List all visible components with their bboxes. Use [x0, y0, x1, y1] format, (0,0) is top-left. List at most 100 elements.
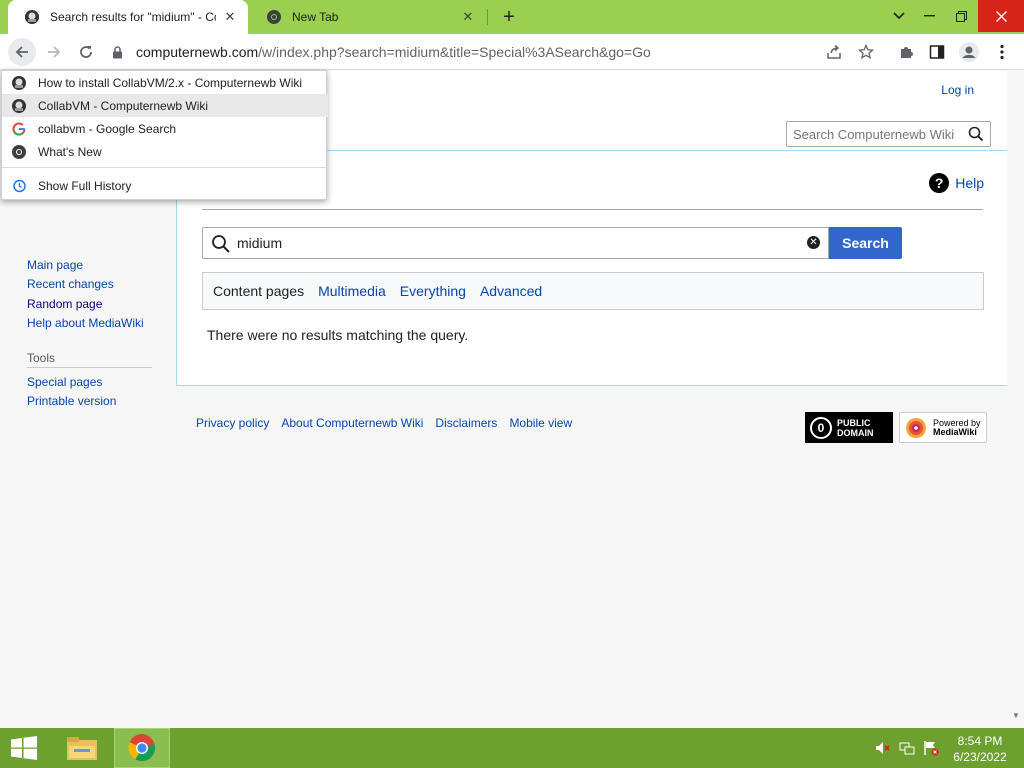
taskbar-file-explorer[interactable]: [54, 728, 110, 768]
tab-search-dropdown-icon[interactable]: [882, 0, 916, 32]
wiki-footer: Privacy policy About Computernewb Wiki D…: [196, 416, 584, 430]
footer-about-link[interactable]: About Computernewb Wiki: [281, 416, 423, 430]
google-icon: [10, 121, 28, 137]
sidebar-divider: [27, 367, 152, 368]
mediawiki-flower-icon: [906, 417, 926, 438]
search-profile-tabs: Content pages Multimedia Everything Adva…: [202, 272, 984, 310]
sidebar-tools-heading: Tools: [27, 351, 56, 365]
computernewb-favicon: [24, 9, 40, 25]
footer-disclaimers-link[interactable]: Disclaimers: [435, 416, 497, 430]
sidebar-item-printable-version[interactable]: Printable version: [27, 394, 116, 408]
history-item[interactable]: collabvm - Google Search: [2, 117, 328, 140]
clock-date: 6/23/2022: [953, 750, 1007, 764]
url-text: computernewb.com/w/index.php?search=midi…: [136, 44, 651, 60]
login-link[interactable]: Log in: [941, 83, 974, 97]
powered-by-text: Powered by MediaWiki: [933, 418, 981, 437]
address-bar[interactable]: computernewb.com/w/index.php?search=midi…: [108, 38, 888, 66]
back-arrow-icon: [15, 46, 28, 58]
tab-everything[interactable]: Everything: [400, 283, 466, 299]
tab-advanced[interactable]: Advanced: [480, 283, 542, 299]
new-tab-button[interactable]: +: [498, 6, 520, 28]
tab-multimedia[interactable]: Multimedia: [318, 283, 386, 299]
tab-close-icon[interactable]: ✕: [460, 9, 476, 25]
history-item[interactable]: What's New: [2, 140, 328, 163]
cc0-icon: 0: [810, 416, 832, 439]
extensions-puzzle-icon[interactable]: [895, 41, 917, 63]
help-link[interactable]: ? Help: [929, 173, 984, 193]
no-results-message: There were no results matching the query…: [207, 327, 469, 343]
chrome-menu-icon[interactable]: [991, 41, 1013, 63]
chrome-icon: [266, 9, 282, 25]
footer-privacy-link[interactable]: Privacy policy: [196, 416, 269, 430]
volume-muted-icon[interactable]: [875, 740, 891, 756]
system-clock[interactable]: 8:54 PM 6/23/2022: [945, 733, 1015, 765]
sidebar-item-special-pages[interactable]: Special pages: [27, 375, 102, 389]
wiki-search-placeholder: Search Computernewb Wiki: [793, 126, 955, 142]
url-path: /w/index.php?search=midium&title=Special…: [258, 44, 651, 60]
tab-close-icon[interactable]: ✕: [222, 9, 238, 25]
search-button[interactable]: Search: [829, 227, 902, 259]
clock-time: 8:54 PM: [957, 734, 1003, 748]
scrollbar-down-arrow-icon[interactable]: ▼: [1012, 711, 1020, 720]
lock-icon[interactable]: [108, 45, 126, 59]
windows-taskbar: 8:54 PM 6/23/2022: [0, 728, 1024, 768]
help-icon: ?: [929, 173, 950, 193]
chrome-icon: [10, 144, 28, 160]
menu-divider: [2, 167, 328, 168]
tab-title: New Tab: [292, 10, 339, 24]
tab-search-results[interactable]: Search results for "midium" - Co ✕: [8, 0, 248, 34]
network-icon[interactable]: [899, 740, 915, 756]
minimize-icon[interactable]: [912, 0, 946, 32]
window-close-icon[interactable]: [978, 0, 1024, 32]
sidebar-item-main-page[interactable]: Main page: [27, 258, 83, 272]
url-host: computernewb.com: [136, 44, 259, 60]
windows-start-icon[interactable]: [10, 736, 38, 760]
sidebar-item-recent-changes[interactable]: Recent changes: [27, 277, 114, 291]
profile-avatar-icon[interactable]: [958, 41, 980, 63]
help-label: Help: [955, 175, 984, 191]
badge-line: MediaWiki: [933, 426, 977, 437]
tab-content-pages[interactable]: Content pages: [213, 283, 304, 299]
chrome-icon: [128, 734, 155, 762]
search-icon[interactable]: [968, 126, 984, 145]
sidebar-item-random-page[interactable]: Random page: [27, 297, 102, 311]
history-item[interactable]: How to install CollabVM/2.x - Computerne…: [2, 71, 328, 94]
footer-mobile-view-link[interactable]: Mobile view: [509, 416, 572, 430]
back-history-menu: How to install CollabVM/2.x - Computerne…: [1, 70, 328, 200]
history-item[interactable]: CollabVM - Computernewb Wiki: [2, 94, 328, 117]
history-item-label: How to install CollabVM/2.x - Computerne…: [38, 75, 303, 90]
action-center-flag-icon[interactable]: [923, 740, 939, 756]
back-button[interactable]: [8, 38, 36, 66]
folder-icon: [67, 737, 97, 760]
history-item-label: collabvm - Google Search: [38, 121, 177, 136]
browser-toolbar: computernewb.com/w/index.php?search=midi…: [0, 34, 1024, 70]
search-input[interactable]: midium ✕: [202, 227, 829, 259]
show-full-history-item[interactable]: Show Full History: [2, 174, 328, 197]
powered-by-mediawiki-badge[interactable]: Powered by MediaWiki: [899, 412, 987, 443]
tab-strip: Search results for "midium" - Co ✕ New T…: [0, 0, 1024, 34]
share-icon[interactable]: [823, 41, 845, 63]
wiki-header-search-input[interactable]: Search Computernewb Wiki: [786, 121, 991, 147]
restore-icon[interactable]: [944, 0, 978, 32]
show-full-history-label: Show Full History: [38, 178, 132, 193]
badge-line: PUBLIC: [837, 417, 871, 428]
bookmark-star-icon[interactable]: [855, 41, 877, 63]
reload-icon: [80, 46, 92, 58]
computernewb-favicon: [10, 75, 28, 91]
search-icon: [211, 234, 231, 257]
search-form: midium ✕ Search: [202, 227, 902, 259]
reload-button[interactable]: [72, 38, 100, 66]
sidebar-item-help-mediawiki[interactable]: Help about MediaWiki: [27, 316, 144, 330]
history-item-label: What's New: [38, 144, 102, 159]
computernewb-favicon: [10, 98, 28, 114]
public-domain-text: PUBLIC DOMAIN: [837, 418, 874, 438]
clear-icon[interactable]: ✕: [807, 236, 820, 249]
search-query-value: midium: [237, 235, 283, 251]
history-item-label: CollabVM - Computernewb Wiki: [38, 98, 209, 113]
public-domain-badge[interactable]: 0 PUBLIC DOMAIN: [805, 412, 893, 443]
forward-button[interactable]: [40, 38, 68, 66]
taskbar-chrome[interactable]: [114, 728, 170, 768]
history-clock-icon: [10, 178, 28, 194]
tab-new-tab[interactable]: New Tab ✕: [250, 0, 486, 34]
side-panel-icon[interactable]: [926, 41, 948, 63]
